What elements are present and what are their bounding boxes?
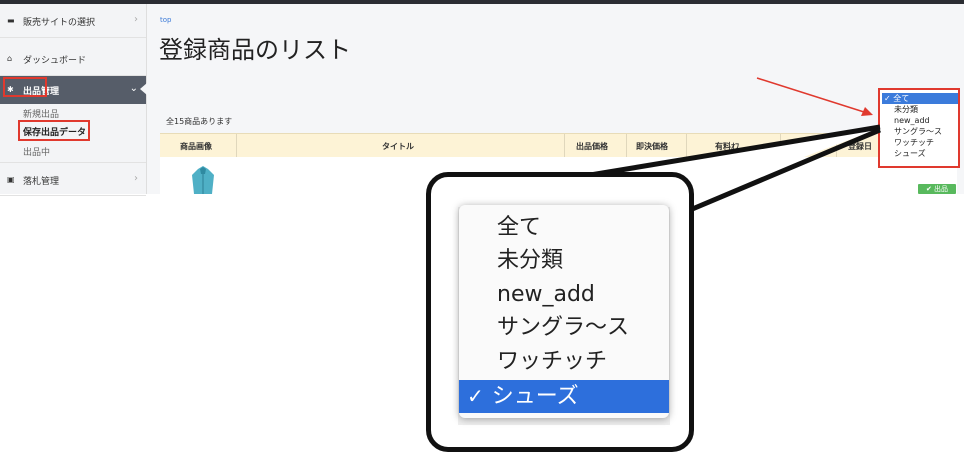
dropdown-option[interactable]: 全て (459, 211, 669, 244)
dropdown-option[interactable]: 未分類 (459, 244, 669, 277)
checkmark-icon: ✓ (467, 384, 484, 408)
zoomed-dropdown-menu[interactable]: 全て 未分類 new_add サングラ〜ス ワッチッチ ✓ シューズ (459, 205, 669, 418)
dropdown-option[interactable]: サングラ〜ス (459, 311, 669, 344)
dropdown-option-selected[interactable]: ✓ シューズ (459, 380, 669, 413)
dropdown-option[interactable]: new_add (459, 278, 669, 311)
dropdown-option[interactable]: ワッチッチ (459, 345, 669, 378)
